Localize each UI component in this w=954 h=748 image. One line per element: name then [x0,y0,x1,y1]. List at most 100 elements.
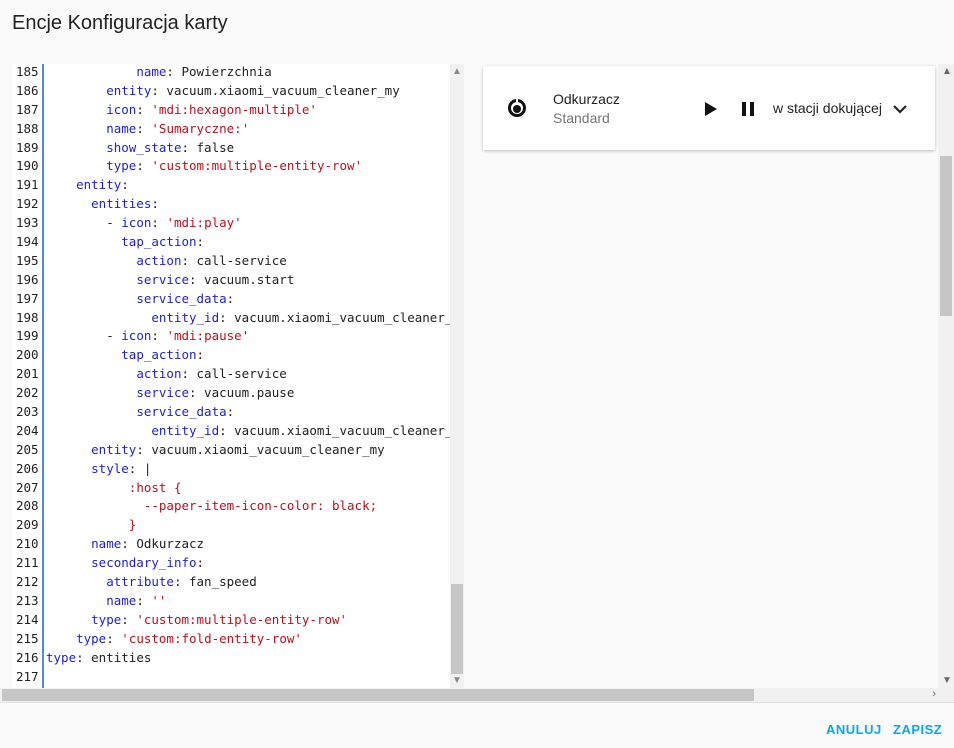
editor-scroll-thumb[interactable] [451,584,463,674]
entity-state: w stacji dokującej [773,100,882,116]
line-number: 191 [16,177,39,193]
line-number: 202 [16,385,39,401]
code-text[interactable]: tap_action: [42,233,204,252]
code-line[interactable]: 205 entity: vacuum.xiaomi_vacuum_cleaner… [12,441,452,460]
code-text[interactable]: entity_id: vacuum.xiaomi_vacuum_cleaner_ [42,309,452,328]
code-line[interactable]: 217 [12,668,452,687]
code-text[interactable]: type: 'custom:multiple-entity-row' [42,611,347,630]
code-text[interactable]: tap_action: [42,346,204,365]
code-text[interactable]: icon: 'mdi:hexagon-multiple' [42,101,317,120]
code-text[interactable]: type: 'custom:multiple-entity-row' [42,157,362,176]
line-number: 186 [16,82,39,98]
line-number: 217 [16,668,39,684]
code-line[interactable]: 191 entity: [12,176,452,195]
code-text[interactable]: name: 'Sumaryczne:' [42,120,249,139]
code-line[interactable]: 207 :host { [12,479,452,498]
code-text[interactable]: name: '' [42,592,166,611]
editor-gutter-border [42,64,44,688]
yaml-code-editor[interactable]: 185 name: Powierzchnia 186 entity: vacuum… [12,64,464,688]
scroll-up-arrow-icon[interactable]: ▲ [452,66,462,77]
code-line[interactable]: 189 show_state: false [12,139,452,158]
code-line[interactable]: 202 service: vacuum.pause [12,384,452,403]
line-number: 208 [16,498,39,514]
code-text[interactable]: name: Powierzchnia [42,64,271,82]
scroll-right-arrow-icon[interactable]: › [932,688,936,700]
code-line[interactable]: 208 --paper-item-icon-color: black; [12,497,452,516]
code-line[interactable]: 214 type: 'custom:multiple-entity-row' [12,611,452,630]
code-text[interactable]: :host { [42,479,182,498]
entity-secondary-info: Standard [553,110,610,126]
code-line[interactable]: 209 } [12,516,452,535]
code-line[interactable]: 210 name: Odkurzacz [12,535,452,554]
code-line[interactable]: 211 secondary_info: [12,554,452,573]
entity-name: Odkurzacz [553,91,620,107]
code-line[interactable]: 198 entity_id: vacuum.xiaomi_vacuum_clea… [12,309,452,328]
code-line[interactable]: 186 entity: vacuum.xiaomi_vacuum_cleaner… [12,82,452,101]
code-text[interactable]: attribute: fan_speed [42,573,257,592]
code-text[interactable]: service: vacuum.pause [42,384,294,403]
preview-vertical-scrollbar[interactable]: ▲ ▼ [938,64,954,688]
code-text[interactable]: entity: [42,176,129,195]
code-line[interactable]: 194 tap_action: [12,233,452,252]
code-line[interactable]: 190 type: 'custom:multiple-entity-row' [12,157,452,176]
code-line[interactable]: 201 action: call-service [12,365,452,384]
code-line[interactable]: 212 attribute: fan_speed [12,573,452,592]
editor-vertical-scrollbar[interactable]: ▲ ▼ [450,64,464,688]
code-text[interactable]: - icon: 'mdi:pause' [42,327,249,346]
code-line[interactable]: 193 - icon: 'mdi:play' [12,214,452,233]
line-number: 194 [16,234,39,250]
code-line[interactable]: 206 style: | [12,460,452,479]
cancel-button[interactable]: ANULUJ [826,722,882,737]
code-text[interactable]: type: 'custom:fold-entity-row' [42,630,302,649]
code-text[interactable]: } [42,516,137,535]
code-text[interactable]: show_state: false [42,139,234,158]
code-text[interactable]: entity_id: vacuum.xiaomi_vacuum_cleaner_ [42,422,452,441]
code-line[interactable]: 188 name: 'Sumaryczne:' [12,120,452,139]
code-line[interactable]: 204 entity_id: vacuum.xiaomi_vacuum_clea… [12,422,452,441]
line-number: 189 [16,139,39,155]
code-text[interactable]: service: vacuum.start [42,271,294,290]
code-text[interactable]: entity: vacuum.xiaomi_vacuum_cleaner_my [42,441,385,460]
code-line[interactable]: 216 type: entities [12,649,452,668]
code-line[interactable]: 213 name: '' [12,592,452,611]
code-line[interactable]: 203 service_data: [12,403,452,422]
chevron-down-icon[interactable] [891,100,909,118]
code-text[interactable]: entities: [42,195,159,214]
preview-scroll-thumb[interactable] [940,156,952,316]
scroll-down-arrow-icon[interactable]: ▼ [942,675,952,686]
code-lines[interactable]: 185 name: Powierzchnia 186 entity: vacuum… [12,64,452,686]
robot-vacuum-icon [508,99,526,117]
code-text[interactable]: type: entities [42,649,151,668]
horizontal-scroll-thumb[interactable] [2,689,754,701]
code-text[interactable]: - icon: 'mdi:play' [42,214,242,233]
code-text[interactable]: action: call-service [42,365,287,384]
code-text[interactable]: service_data: [42,403,234,422]
line-number: 195 [16,252,39,268]
code-text[interactable]: name: Odkurzacz [42,535,204,554]
scroll-up-arrow-icon[interactable]: ▲ [942,66,952,77]
scroll-down-arrow-icon[interactable]: ▼ [452,675,462,686]
pause-icon[interactable] [739,100,757,118]
line-number: 199 [16,328,39,344]
code-line[interactable]: 215 type: 'custom:fold-entity-row' [12,630,452,649]
play-icon[interactable] [701,100,719,118]
code-line[interactable]: 187 icon: 'mdi:hexagon-multiple' [12,101,452,120]
code-text[interactable]: action: call-service [42,252,287,271]
code-line[interactable]: 195 action: call-service [12,252,452,271]
line-number: 213 [16,592,39,608]
preview-card: Odkurzacz Standard w stacji dokującej [483,66,935,150]
code-text[interactable]: style: | [42,460,151,479]
code-line[interactable]: 196 service: vacuum.start [12,271,452,290]
line-number: 216 [16,649,39,665]
code-line[interactable]: 185 name: Powierzchnia [12,64,452,82]
code-line[interactable]: 197 service_data: [12,290,452,309]
code-line[interactable]: 192 entities: [12,195,452,214]
code-line[interactable]: 200 tap_action: [12,346,452,365]
save-button[interactable]: ZAPISZ [893,722,942,737]
horizontal-scrollbar[interactable]: › [0,688,954,702]
code-line[interactable]: 199 - icon: 'mdi:pause' [12,327,452,346]
code-text[interactable]: service_data: [42,290,234,309]
code-text[interactable]: --paper-item-icon-color: black; [42,497,377,516]
code-text[interactable]: secondary_info: [42,554,204,573]
code-text[interactable]: entity: vacuum.xiaomi_vacuum_cleaner_my [42,82,400,101]
